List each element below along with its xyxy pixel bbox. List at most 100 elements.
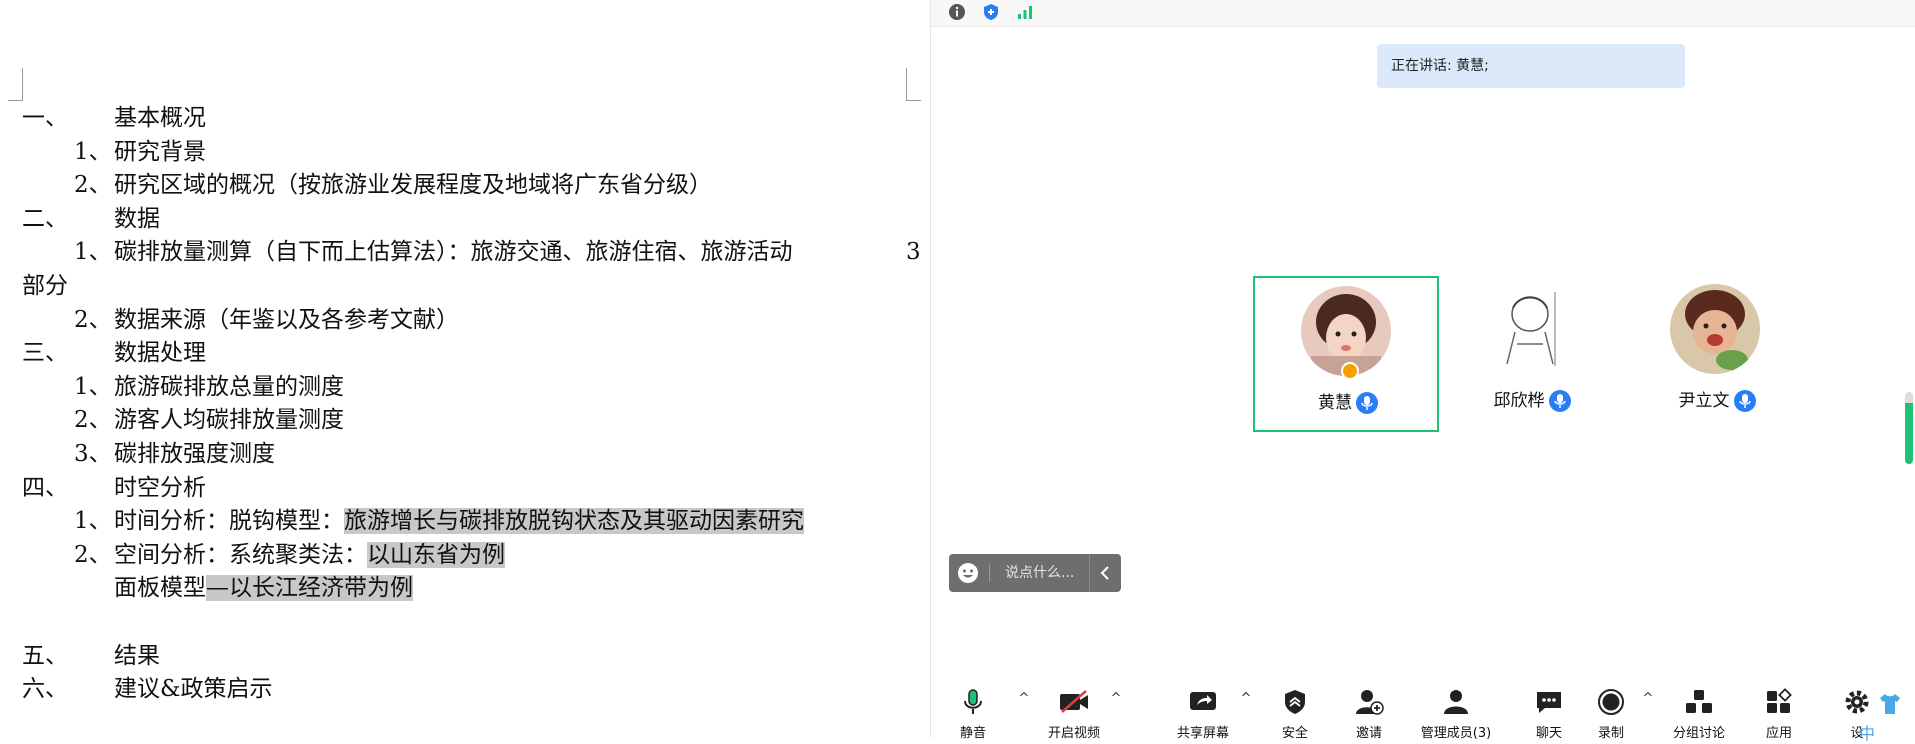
item-number: 1、 bbox=[74, 138, 112, 165]
video-options-caret-icon[interactable]: ^ bbox=[1109, 692, 1123, 706]
ime-indicator-icon[interactable]: 中 bbox=[1859, 720, 1875, 744]
line-text: 数据 bbox=[114, 205, 160, 232]
document-line[interactable]: 一、 基本概况 bbox=[0, 102, 930, 136]
start-video-button[interactable]: 开启视频 bbox=[1041, 686, 1107, 741]
item-text: 碳排放量测算（自下而上估算法）：旅游交通、旅游住宿、旅游活动 bbox=[114, 236, 793, 270]
highlighted-text: —以长江经济带为例 bbox=[206, 575, 413, 602]
document-line[interactable]: 2、 研究区域的概况（按旅游业发展程度及地域将广东省分级） bbox=[0, 169, 930, 203]
document-line[interactable]: 面板模型—以长江经济带为例 bbox=[0, 572, 930, 606]
document-line[interactable]: 2、 空间分析：系统聚类法：以山东省为例 bbox=[0, 539, 930, 573]
participant-tile-huanghui[interactable]: 黄慧 bbox=[1253, 276, 1439, 432]
record-button[interactable]: 录制 bbox=[1587, 686, 1635, 741]
security-button[interactable]: 安全 bbox=[1271, 686, 1319, 741]
document-line[interactable]: 1、 旅游碳排放总量的测度 bbox=[0, 371, 930, 405]
tshirt-icon[interactable] bbox=[1877, 692, 1903, 720]
document-line[interactable]: 1、 研究背景 bbox=[0, 136, 930, 170]
item-number: 1、 bbox=[74, 373, 112, 400]
document-line[interactable]: 六、 建议&政策启示 bbox=[0, 673, 930, 707]
document-line[interactable]: 3、 碳排放强度测度 bbox=[0, 438, 930, 472]
manage-members-button[interactable]: 管理成员(3) bbox=[1411, 686, 1501, 741]
section-heading: 时空分析 bbox=[114, 472, 206, 506]
item-number: 2、 bbox=[74, 306, 112, 333]
breakout-rooms-button[interactable]: 分组讨论 bbox=[1667, 686, 1731, 741]
meeting-toolbar: 静音 ^ 开启视频 ^ 共享屏幕 ^ 安全 邀请 管理成员(3) 聊天 录制 ^… bbox=[931, 686, 1915, 743]
line-text: 时空分析 bbox=[114, 474, 206, 501]
line-text: 数据来源（年鉴以及各参考文献） bbox=[114, 306, 459, 333]
document-line[interactable]: 五、 结果 bbox=[0, 640, 930, 674]
gear-icon bbox=[1841, 688, 1873, 716]
line-text: 空间分析：系统聚类法： bbox=[114, 541, 367, 568]
document-line[interactable]: 1、 碳排放量测算（自下而上估算法）：旅游交通、旅游住宿、旅游活动 3 bbox=[0, 236, 930, 270]
members-icon bbox=[1440, 688, 1472, 716]
line-text: 数据处理 bbox=[114, 340, 206, 367]
signal-strength-icon[interactable] bbox=[1015, 2, 1035, 22]
share-options-caret-icon[interactable]: ^ bbox=[1239, 692, 1253, 706]
chat-button[interactable]: 聊天 bbox=[1525, 686, 1573, 741]
section-number: 一、 bbox=[22, 105, 68, 131]
share-screen-button[interactable]: 共享屏幕 bbox=[1171, 686, 1235, 741]
section-heading: 数据 bbox=[114, 203, 160, 237]
line-text: 旅游碳排放总量的测度 bbox=[114, 373, 344, 400]
item-text: 面板模型—以长江经济带为例 bbox=[114, 572, 413, 606]
microphone-icon bbox=[957, 688, 989, 716]
participant-tile-qiuxinhua[interactable]: 邱欣桦 bbox=[1439, 276, 1625, 432]
collapse-chevron-icon[interactable] bbox=[1089, 554, 1122, 592]
participant-tile-yinliwen[interactable]: 尹立文 bbox=[1624, 276, 1810, 432]
security-shield-icon bbox=[1279, 688, 1311, 716]
item-text: 游客人均碳排放量测度 bbox=[114, 404, 344, 438]
chat-input-bar[interactable]: 说点什么... bbox=[949, 554, 1121, 592]
item-number: 2、 bbox=[74, 541, 112, 568]
document-line[interactable]: 2、 数据来源（年鉴以及各参考文献） bbox=[0, 304, 930, 338]
microphone-icon bbox=[1356, 392, 1378, 414]
meeting-top-bar bbox=[931, 0, 1915, 27]
video-off-icon bbox=[1058, 688, 1090, 716]
line-end-text: 3 bbox=[906, 239, 921, 266]
item-text: 研究区域的概况（按旅游业发展程度及地域将广东省分级） bbox=[114, 169, 712, 203]
chat-bubble-icon bbox=[1533, 688, 1565, 716]
info-icon[interactable] bbox=[947, 2, 967, 22]
meeting-window: 正在讲话: 黄慧; 黄慧 邱欣桦 尹立文 说点什么... 静音 ^ 开启视频 ^… bbox=[930, 0, 1915, 743]
volume-meter bbox=[1905, 392, 1913, 464]
document-line[interactable]: 三、 数据处理 bbox=[0, 337, 930, 371]
line-text: 结果 bbox=[114, 642, 160, 669]
item-text: 研究背景 bbox=[114, 136, 206, 170]
document-line[interactable]: 2、 游客人均碳排放量测度 bbox=[0, 404, 930, 438]
mute-button[interactable]: 静音 bbox=[949, 686, 997, 741]
speaking-indicator: 正在讲话: 黄慧; bbox=[1377, 44, 1685, 88]
avatar bbox=[1670, 284, 1760, 374]
document-line[interactable]: 四、 时空分析 bbox=[0, 472, 930, 506]
document-body[interactable]: 一、 基本概况 1、 研究背景 2、 研究区域的概况（按旅游业发展程度及地域将广东省分级）… bbox=[0, 102, 930, 707]
document-line[interactable] bbox=[0, 606, 930, 640]
volume-level bbox=[1905, 402, 1913, 464]
highlighted-text: 以山东省为例 bbox=[367, 541, 505, 568]
item-text: 部分 bbox=[22, 270, 68, 304]
item-number: 2、 bbox=[74, 407, 112, 434]
document-pane[interactable]: 一、 基本概况 1、 研究背景 2、 研究区域的概况（按旅游业发展程度及地域将广东省分级）… bbox=[0, 0, 930, 738]
chat-input[interactable]: 说点什么... bbox=[1005, 554, 1074, 592]
section-heading: 结果 bbox=[114, 640, 160, 674]
section-number: 四、 bbox=[22, 474, 68, 501]
avatar bbox=[1485, 284, 1575, 374]
mute-options-caret-icon[interactable]: ^ bbox=[1017, 692, 1031, 706]
item-text: 时间分析：脱钩模型：旅游增长与碳排放脱钩状态及其驱动因素研究 bbox=[114, 505, 804, 539]
line-text: 碳排放强度测度 bbox=[114, 440, 275, 467]
document-line[interactable]: 部分 bbox=[0, 270, 930, 304]
section-heading: 建议&政策启示 bbox=[114, 673, 272, 707]
item-number: 3、 bbox=[74, 440, 112, 467]
invite-button[interactable]: 邀请 bbox=[1345, 686, 1393, 741]
participant-name: 尹立文 bbox=[1624, 386, 1810, 412]
microphone-icon bbox=[1733, 390, 1756, 412]
document-line[interactable]: 1、 时间分析：脱钩模型：旅游增长与碳排放脱钩状态及其驱动因素研究 bbox=[0, 505, 930, 539]
margin-crop-mark-right bbox=[906, 68, 921, 101]
record-icon bbox=[1595, 688, 1627, 716]
breakout-rooms-icon bbox=[1683, 688, 1715, 716]
line-text: 碳排放量测算（自下而上估算法）：旅游交通、旅游住宿、旅游活动 bbox=[114, 239, 793, 266]
item-number: 1、 bbox=[74, 508, 112, 535]
document-line[interactable]: 二、 数据 bbox=[0, 203, 930, 237]
record-options-caret-icon[interactable]: ^ bbox=[1641, 692, 1655, 706]
participant-name: 黄慧 bbox=[1255, 388, 1441, 414]
apps-button[interactable]: 应用 bbox=[1755, 686, 1803, 741]
emoji-icon[interactable] bbox=[957, 562, 979, 584]
security-shield-icon[interactable] bbox=[981, 2, 1001, 22]
line-text: 部分 bbox=[22, 272, 68, 299]
